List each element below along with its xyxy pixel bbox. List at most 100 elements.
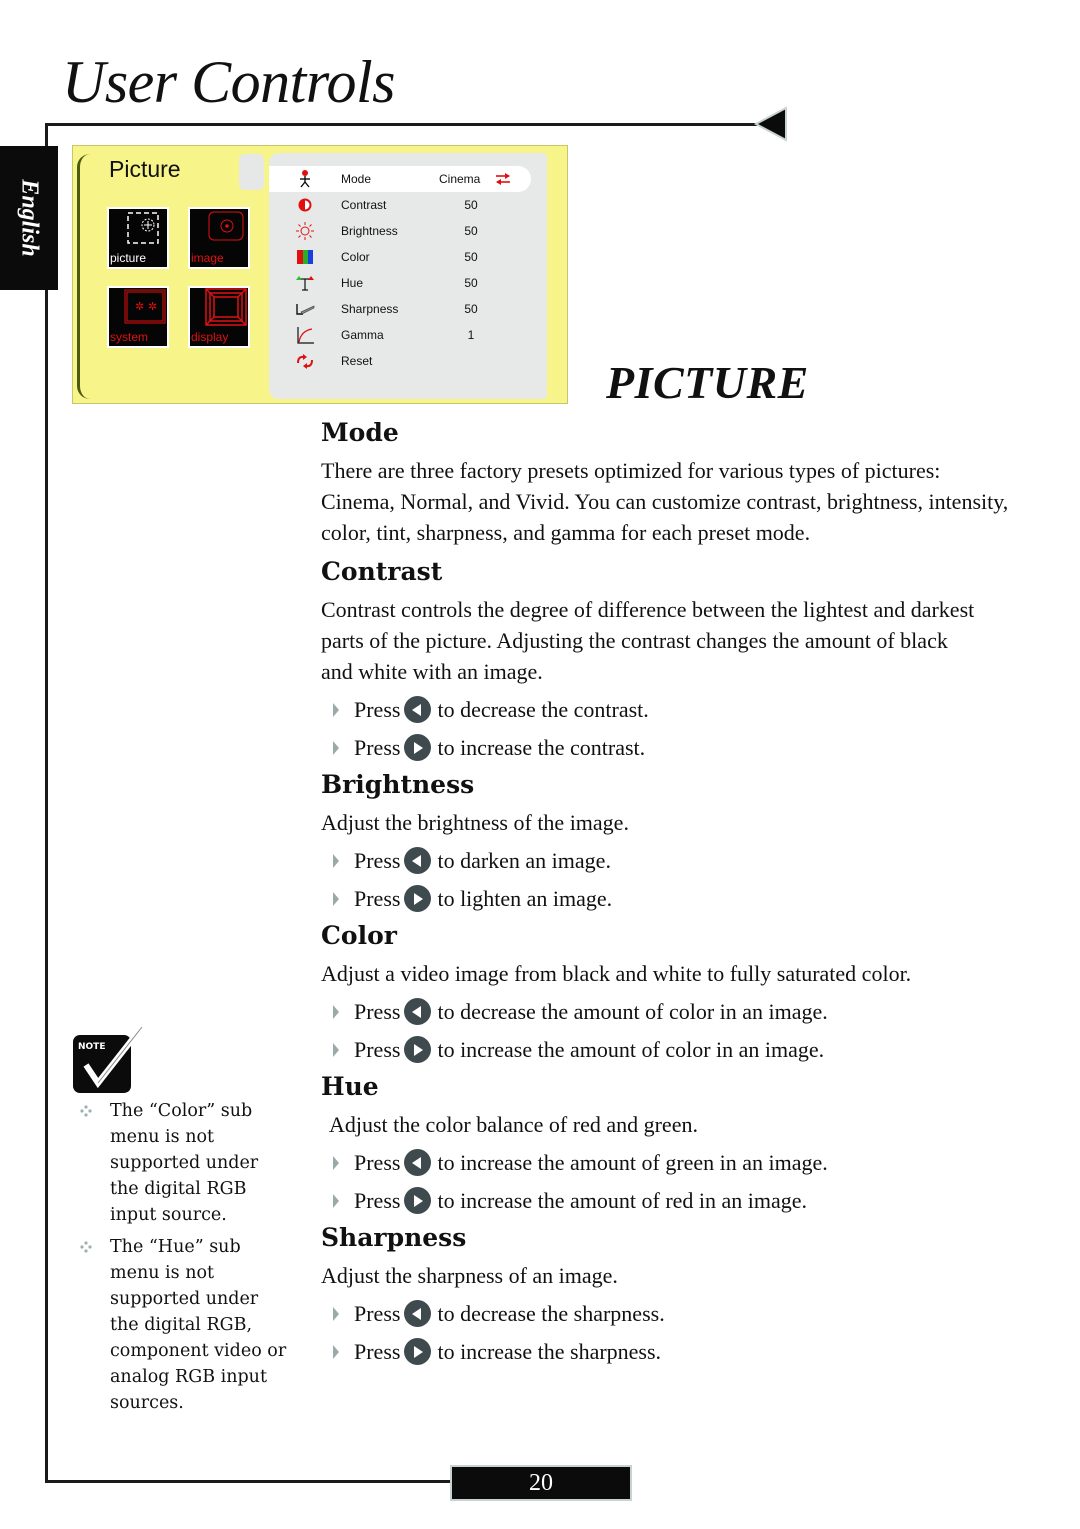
osd-row-label: Reset <box>341 354 373 368</box>
bullet-triangle-icon <box>333 892 339 906</box>
bullet-triangle-icon <box>333 1043 339 1057</box>
section-heading: Color <box>321 921 397 950</box>
section-color: Color Adjust a video image from black an… <box>321 918 1021 1069</box>
page-number: 20 <box>450 1465 632 1501</box>
note-text: The “Hue” sub menu is not supported unde… <box>110 1237 287 1413</box>
osd-row-brightness[interactable]: Brightness 50 <box>269 218 529 244</box>
section-text: Adjust a video image from black and whit… <box>321 961 912 986</box>
section-text: Contrast controls the degree of differen… <box>321 597 975 684</box>
frame-arrow-icon <box>753 106 787 142</box>
osd-row-sharpness[interactable]: Sharpness 50 <box>269 296 529 322</box>
osd-edge-decoration <box>77 154 90 399</box>
svg-text:✲: ✲ <box>135 300 144 313</box>
switch-arrows-icon[interactable] <box>495 172 511 186</box>
osd-row-reset[interactable]: Reset <box>269 348 529 374</box>
step-action: to decrease the sharpness. <box>437 1301 665 1326</box>
sharpness-icon <box>296 304 315 315</box>
section-text: There are three factory presets optimize… <box>321 458 1009 545</box>
section-text: Adjust the color balance of red and gree… <box>329 1112 698 1137</box>
osd-row-label: Color <box>341 250 370 264</box>
language-tab: English <box>0 146 58 290</box>
osd-tile-display[interactable]: display <box>188 286 250 348</box>
step-action: to increase the contrast. <box>437 735 646 760</box>
osd-row-value: Cinema <box>439 172 481 186</box>
contrast-icon <box>298 198 312 212</box>
step-action: to increase the amount of green in an im… <box>437 1150 828 1175</box>
step-press: Press <box>354 886 401 911</box>
section-contrast: Contrast Contrast controls the degree of… <box>321 554 1021 767</box>
left-arrow-button-icon <box>404 1300 432 1328</box>
osd-row-contrast[interactable]: Contrast 50 <box>269 192 529 218</box>
step-action: to increase the sharpness. <box>437 1339 662 1364</box>
osd-row-mode[interactable]: Mode Cinema <box>269 166 531 192</box>
note-list: The “Color” sub menu is not supported un… <box>80 1098 290 1422</box>
step-item: Press to darken an image. <box>321 842 1021 880</box>
language-tab-label: English <box>16 179 43 257</box>
right-arrow-button-icon <box>404 734 432 762</box>
bullet-triangle-icon <box>333 1345 339 1359</box>
diamond-bullet-icon <box>80 1241 92 1253</box>
osd-tile-image[interactable]: image <box>188 207 250 269</box>
step-press: Press <box>354 735 401 760</box>
section-heading: Hue <box>321 1072 379 1101</box>
step-press: Press <box>354 1339 401 1364</box>
brightness-sun-icon <box>296 222 314 240</box>
step-press: Press <box>354 1150 401 1175</box>
osd-row-label: Brightness <box>341 224 398 238</box>
right-arrow-button-icon <box>404 885 432 913</box>
diamond-bullet-icon <box>80 1105 92 1117</box>
bullet-triangle-icon <box>333 854 339 868</box>
note-icon-label: NOTE <box>78 1042 105 1052</box>
frame-line-left <box>45 123 48 1483</box>
osd-tab-stub <box>239 154 264 190</box>
step-item: Press to increase the amount of red in an… <box>321 1182 1021 1220</box>
step-item: Press to increase the contrast. <box>321 729 1021 767</box>
step-press: Press <box>354 1037 401 1062</box>
step-item: Press to increase the sharpness. <box>321 1333 1021 1371</box>
osd-row-label: Sharpness <box>341 302 399 316</box>
section-brightness: Brightness Adjust the brightness of the … <box>321 767 1021 918</box>
osd-row-value: 50 <box>464 250 478 264</box>
step-action: to darken an image. <box>437 848 611 873</box>
step-action: to increase the amount of red in an imag… <box>437 1188 808 1213</box>
step-action: to increase the amount of color in an im… <box>437 1037 825 1062</box>
bullet-triangle-icon <box>333 1194 339 1208</box>
osd-tile-system[interactable]: ✲ ✲ system <box>107 286 169 348</box>
osd-row-gamma[interactable]: Gamma 1 <box>269 322 529 348</box>
step-press: Press <box>354 1301 401 1326</box>
note-item: The “Hue” sub menu is not supported unde… <box>80 1234 290 1416</box>
mode-person-icon <box>300 170 310 188</box>
osd-row-label: Hue <box>341 276 364 290</box>
bullet-triangle-icon <box>333 741 339 755</box>
color-bars-icon <box>297 250 313 264</box>
bullet-triangle-icon <box>333 1005 339 1019</box>
left-arrow-button-icon <box>404 1149 432 1177</box>
content-column: Mode There are three factory presets opt… <box>321 415 1021 1371</box>
section-mode: Mode There are three factory presets opt… <box>321 415 1021 548</box>
section-heading: Mode <box>321 418 399 447</box>
step-item: Press to increase the amount of color in … <box>321 1031 1021 1069</box>
step-action: to decrease the contrast. <box>437 697 649 722</box>
frame-line-bottom <box>45 1480 450 1483</box>
section-hue: Hue Adjust the color balance of red and … <box>321 1069 1021 1220</box>
osd-row-color[interactable]: Color 50 <box>269 244 529 270</box>
step-action: to lighten an image. <box>437 886 613 911</box>
section-title: PICTURE <box>606 357 809 408</box>
osd-row-value: 50 <box>464 224 478 238</box>
step-item: Press to lighten an image. <box>321 880 1021 918</box>
osd-row-value: 50 <box>464 198 478 212</box>
osd-tile-picture[interactable]: picture <box>107 207 169 269</box>
osd-row-label: Gamma <box>341 328 384 342</box>
osd-tile-label: image <box>191 251 224 265</box>
step-press: Press <box>354 999 401 1024</box>
hue-balance-icon <box>296 276 314 291</box>
left-arrow-button-icon <box>404 696 432 724</box>
osd-row-label: Contrast <box>341 198 387 212</box>
gamma-curve-icon <box>297 327 314 344</box>
osd-menu-title: Picture <box>109 156 181 182</box>
osd-tile-label: picture <box>110 251 147 265</box>
note-text: The “Color” sub menu is not supported un… <box>110 1101 259 1225</box>
step-item: Press to decrease the contrast. <box>321 691 1021 729</box>
osd-row-hue[interactable]: Hue 50 <box>269 270 529 296</box>
reset-arrows-icon <box>297 354 313 369</box>
